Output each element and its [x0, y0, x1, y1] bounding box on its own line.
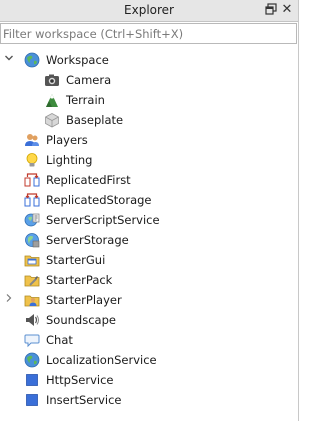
tree-item-replicated-storage[interactable]: ReplicatedStorage: [0, 190, 298, 210]
camera-icon: [44, 72, 60, 88]
tree-item-server-storage[interactable]: ServerStorage: [0, 230, 298, 250]
tree-item-localization-service[interactable]: LocalizationService: [0, 350, 298, 370]
replicated-storage-icon: [24, 192, 40, 208]
tree-item-baseplate[interactable]: Baseplate: [0, 110, 298, 130]
workspace-globe-icon: [24, 52, 40, 68]
localization-globe-icon: [24, 352, 40, 368]
chevron-down-icon[interactable]: [3, 53, 15, 67]
tree-item-label: Soundscape: [46, 313, 116, 327]
tree-item-label: Terrain: [66, 93, 105, 107]
explorer-title-bar: Explorer ✕: [0, 0, 298, 22]
explorer-panel: Explorer ✕ Workspace Camera: [0, 0, 299, 421]
tree-item-insert-service[interactable]: InsertService: [0, 390, 298, 410]
tree-item-starter-pack[interactable]: StarterPack: [0, 270, 298, 290]
tree-item-starter-gui[interactable]: StarterGui: [0, 250, 298, 270]
tree-item-soundscape[interactable]: Soundscape: [0, 310, 298, 330]
tree-item-label: StarterPack: [46, 273, 113, 287]
tree-item-workspace[interactable]: Workspace: [0, 50, 298, 70]
players-icon: [24, 132, 40, 148]
tree-item-label: LocalizationService: [46, 353, 157, 367]
tree-item-starter-player[interactable]: StarterPlayer: [0, 290, 298, 310]
chat-bubble-icon: [24, 332, 40, 348]
starter-player-icon: [24, 292, 40, 308]
service-square-icon: [24, 392, 40, 408]
tree-item-label: ServerScriptService: [46, 213, 160, 227]
tree-item-label: Camera: [66, 73, 112, 87]
tree-item-chat[interactable]: Chat: [0, 330, 298, 350]
tree-item-server-script-service[interactable]: ServerScriptService: [0, 210, 298, 230]
restore-icon[interactable]: [264, 3, 278, 17]
starter-gui-icon: [24, 252, 40, 268]
tree-item-label: Lighting: [46, 153, 93, 167]
lightbulb-icon: [24, 152, 40, 168]
tree-item-label: ReplicatedStorage: [46, 193, 152, 207]
tree-item-label: ReplicatedFirst: [46, 173, 131, 187]
replicated-first-icon: [24, 172, 40, 188]
speaker-icon: [24, 312, 40, 328]
explorer-tree: Workspace Camera Terrain Baseplate Playe: [0, 50, 298, 410]
tree-item-players[interactable]: Players: [0, 130, 298, 150]
starter-pack-icon: [24, 272, 40, 288]
tree-item-label: ServerStorage: [46, 233, 129, 247]
tree-item-label: Chat: [46, 333, 73, 347]
part-block-icon: [44, 112, 60, 128]
tree-item-label: HttpService: [46, 373, 114, 387]
tree-item-label: InsertService: [46, 393, 122, 407]
tree-item-label: Workspace: [46, 53, 109, 67]
tree-item-lighting[interactable]: Lighting: [0, 150, 298, 170]
server-script-service-icon: [24, 212, 40, 228]
tree-item-replicated-first[interactable]: ReplicatedFirst: [0, 170, 298, 190]
tree-item-label: StarterPlayer: [46, 293, 122, 307]
panel-title: Explorer: [124, 3, 174, 17]
tree-item-camera[interactable]: Camera: [0, 70, 298, 90]
filter-workspace-input[interactable]: [1, 24, 296, 43]
close-icon[interactable]: ✕: [280, 3, 294, 17]
terrain-icon: [44, 92, 60, 108]
tree-item-terrain[interactable]: Terrain: [0, 90, 298, 110]
tree-item-http-service[interactable]: HttpService: [0, 370, 298, 390]
service-square-icon: [24, 372, 40, 388]
tree-item-label: StarterGui: [46, 253, 106, 267]
server-storage-icon: [24, 232, 40, 248]
chevron-right-icon[interactable]: [3, 293, 15, 307]
tree-item-label: Baseplate: [66, 113, 124, 127]
tree-item-label: Players: [46, 133, 88, 147]
filter-workspace-field[interactable]: [0, 23, 297, 44]
